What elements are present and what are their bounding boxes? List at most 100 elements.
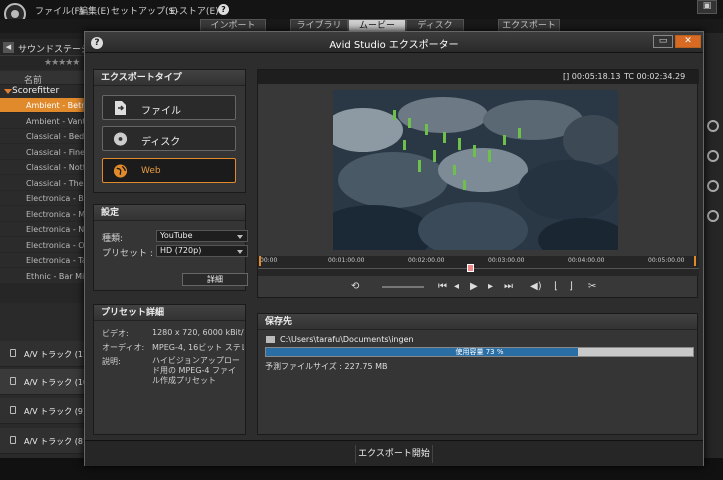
timeline-panel: A/V トラック (11) A/V トラック (10) A/V トラック (9)… <box>0 303 92 480</box>
preset-select[interactable]: HD (720p) <box>156 245 248 257</box>
transport-controls: ⟲ ⏮ ◂ ▶ ▸ ⏭ ◀) ⌊ ⌋ ✂ <box>258 277 699 297</box>
folder-label: Scorefitter <box>12 86 60 96</box>
mark-in-icon[interactable]: ⌊ <box>554 281 558 292</box>
track-label: A/V トラック (10) <box>24 378 92 387</box>
ruler-line <box>258 268 699 269</box>
type-select[interactable]: YouTube <box>156 230 248 242</box>
preset-detail-header: プリセット詳細 <box>94 305 245 321</box>
timeline-track[interactable]: A/V トラック (11) <box>0 341 91 367</box>
ruler-tick: 00:04:00.00 <box>568 257 605 264</box>
music-list-item[interactable]: Electronica - Night <box>0 222 90 237</box>
menu-file[interactable]: ファイル(F) <box>35 4 83 17</box>
lock-icon[interactable] <box>10 436 16 444</box>
disk-usage-text: 使用容量 73 % <box>455 348 504 356</box>
track-label: A/V トラック (9) <box>24 407 87 416</box>
export-web-label: Web <box>141 166 161 176</box>
right-toolbar <box>704 33 723 458</box>
step-back-icon[interactable]: ◂ <box>454 281 459 292</box>
music-list-item[interactable]: Classical - Notturno <box>0 160 90 175</box>
dialog-title: Avid Studio エクスポーター <box>329 40 459 51</box>
disk-usage-bar: 使用容量 73 % <box>265 347 694 357</box>
close-button[interactable]: ✕ <box>675 35 701 48</box>
menu-edit[interactable]: 編集(E) <box>79 4 110 17</box>
circle-icon[interactable] <box>707 150 719 162</box>
folder-scorefitter[interactable]: Scorefitter <box>0 85 90 98</box>
library-location[interactable]: サウンドステージ <box>18 42 90 55</box>
loop-icon[interactable]: ⟲ <box>351 281 359 292</box>
video-preview <box>333 90 618 250</box>
lock-icon[interactable] <box>10 406 16 414</box>
back-icon[interactable]: ◀ <box>3 42 14 53</box>
current-timecode: TC 00:02:34.29 <box>624 72 686 81</box>
music-list-item[interactable]: Ethnic - Bar Mitzvah <box>0 269 90 284</box>
start-export-button[interactable]: エクスポート開始 <box>355 445 433 463</box>
timeline-track[interactable]: A/V トラック (10) <box>0 369 92 395</box>
rating-filter-icon[interactable]: ★★★★★ <box>44 58 80 68</box>
destination-header: 保存先 <box>258 314 697 330</box>
dialog-footer: エクスポート開始 <box>85 440 703 466</box>
music-list-item[interactable]: Classical - The Duke <box>0 176 90 191</box>
export-type-header: エクスポートタイプ <box>94 70 245 86</box>
music-list-item[interactable]: Electronica - Organ <box>0 238 90 253</box>
column-header[interactable]: 名前 <box>0 71 90 86</box>
audio-value: MPEG-4, 16ビット ステレ... <box>152 343 244 352</box>
ruler-tick: 00:02:00.00 <box>408 257 445 264</box>
type-label: 種類: <box>102 234 124 244</box>
cart-icon[interactable]: ▣ <box>697 0 717 14</box>
go-end-icon[interactable]: ⏭ <box>504 281 513 292</box>
scrubber-ruler[interactable]: 00:00 00:01:00.00 00:02:00.00 00:03:00.0… <box>258 256 699 276</box>
shuttle-slider[interactable] <box>382 286 424 288</box>
export-web-button[interactable]: Web <box>102 158 236 183</box>
circle-icon[interactable] <box>707 180 719 192</box>
preset-label: プリセット : <box>102 249 153 259</box>
lock-icon[interactable] <box>10 349 16 357</box>
settings-header: 設定 <box>94 205 245 221</box>
app-window: ファイル(F) 編集(E) セットアップ(S) E-ストア(E) ? ▣ インポ… <box>0 0 723 480</box>
ruler-tick: 00:01:00.00 <box>328 257 365 264</box>
ruler-tick: 00:05:00.00 <box>648 257 685 264</box>
library-header: ◀ サウンドステージ <box>0 39 90 56</box>
desc-label: 説明: <box>102 357 121 366</box>
library-toolbar: ★★★★★ <box>0 56 90 70</box>
menu-setup[interactable]: セットアップ(S) <box>111 4 178 17</box>
ruler-tick: 00:03:00.00 <box>488 257 525 264</box>
lock-icon[interactable] <box>10 377 16 385</box>
music-list-item[interactable]: Electronica - Midnight <box>0 207 90 222</box>
mark-in-handle[interactable] <box>259 256 261 266</box>
library-bottom-bar <box>0 283 90 303</box>
restore-button[interactable]: ▭ <box>653 35 673 48</box>
timeline-track[interactable]: A/V トラック (8) <box>0 428 90 454</box>
scissors-icon[interactable]: ✂ <box>588 281 596 292</box>
menu-bar: ファイル(F) 編集(E) セットアップ(S) E-ストア(E) ? ▣ <box>0 0 723 25</box>
circle-icon[interactable] <box>707 120 719 132</box>
video-value: 1280 x 720, 6000 kBit/s, 2... <box>152 328 244 337</box>
step-forward-icon[interactable]: ▸ <box>488 281 493 292</box>
playhead-handle[interactable] <box>467 264 474 272</box>
detail-button[interactable]: 詳細 <box>182 273 248 286</box>
mark-out-icon[interactable]: ⌋ <box>569 281 573 292</box>
export-file-button[interactable]: ファイル <box>102 95 236 120</box>
music-list-item[interactable]: Ambient - Betrayal <box>0 98 90 113</box>
track-label: A/V トラック (8) <box>24 437 87 446</box>
help-icon[interactable]: ? <box>218 4 229 15</box>
music-list-item[interactable]: Classical - Fine Wine <box>0 145 90 160</box>
play-icon[interactable]: ▶ <box>470 281 478 292</box>
music-list-item[interactable]: Classical - Bedside <box>0 129 90 144</box>
preview-panel: [] 00:05:18.13 TC 00:02:34.29 00:00 00:0… <box>257 69 699 298</box>
go-start-icon[interactable]: ⏮ <box>438 281 447 292</box>
exporter-dialog: ? Avid Studio エクスポーター ▭ ✕ エクスポートタイプ ファイル… <box>84 31 704 466</box>
mark-out-handle[interactable] <box>694 256 696 266</box>
circle-icon[interactable] <box>707 210 719 222</box>
export-disc-button[interactable]: ディスク <box>102 126 236 151</box>
timeline-track[interactable]: A/V トラック (9) <box>0 398 90 424</box>
volume-icon[interactable]: ◀) <box>530 281 542 292</box>
preset-detail-panel: プリセット詳細 ビデオ: 1280 x 720, 6000 kBit/s, 2.… <box>93 304 246 435</box>
music-list-item[interactable]: Electronica - Black <box>0 191 90 206</box>
destination-path[interactable]: C:\Users\tarafu\Documents\ingen <box>266 335 414 344</box>
menu-estore[interactable]: E-ストア(E) <box>170 4 219 17</box>
music-list-item[interactable]: Ambient - Vantage <box>0 114 90 129</box>
music-list-item[interactable]: Electronica - Taking <box>0 253 90 268</box>
destination-panel: 保存先 C:\Users\tarafu\Documents\ingen 使用容量… <box>257 313 698 435</box>
dialog-titlebar[interactable]: ? Avid Studio エクスポーター ▭ ✕ <box>85 32 703 53</box>
desc-value: ハイビジョンアップロード用の MPEG-4 ファイル作成プリセット <box>152 356 240 385</box>
